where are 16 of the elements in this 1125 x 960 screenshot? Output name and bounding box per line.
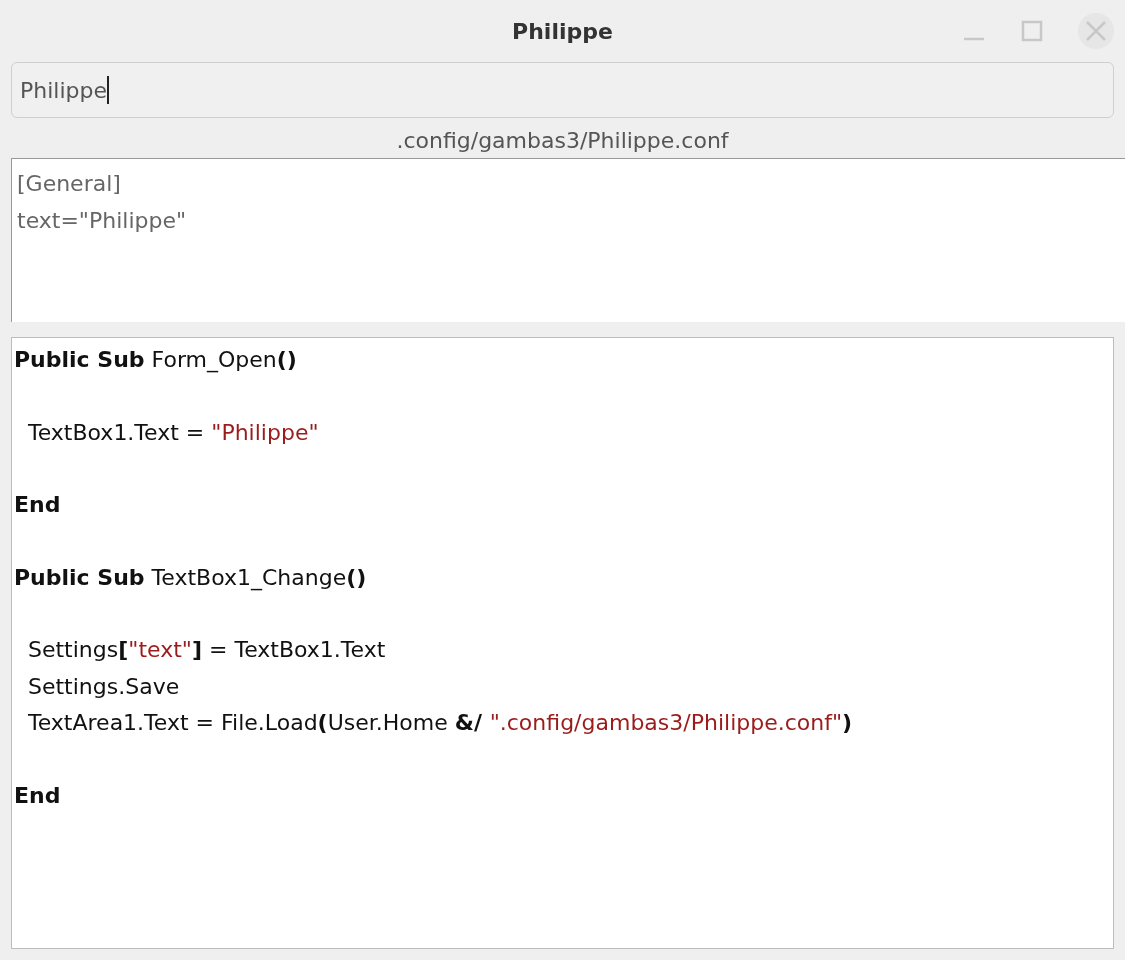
code-line: Settings["text"] = TextBox1.Text [27, 637, 386, 663]
code-line: TextBox1.Text = "Philippe" [27, 419, 319, 445]
code-line: Public Sub Form_Open() [14, 347, 297, 372]
code-line: End [14, 492, 61, 518]
text-area[interactable]: [General] text="Philippe" [11, 158, 1125, 322]
code-editor[interactable] [11, 337, 1114, 949]
code-line: Public Sub TextBox1_Change() [14, 564, 367, 590]
maximize-icon[interactable] [1020, 19, 1044, 43]
file-path-label: .config/gambas3/Philippe.conf [395, 127, 730, 155]
text-cursor [107, 76, 109, 104]
window-title: Philippe [512, 18, 613, 44]
text-field[interactable]: Philippe [11, 62, 1114, 118]
close-icon[interactable] [1078, 13, 1114, 49]
code-line: Settings.Save [27, 673, 180, 699]
code-line: TextArea1.Text = File.Load(User.Home &/ ".config/gambas3/Philippe.conf") [27, 709, 853, 735]
code-line: End [14, 782, 61, 808]
